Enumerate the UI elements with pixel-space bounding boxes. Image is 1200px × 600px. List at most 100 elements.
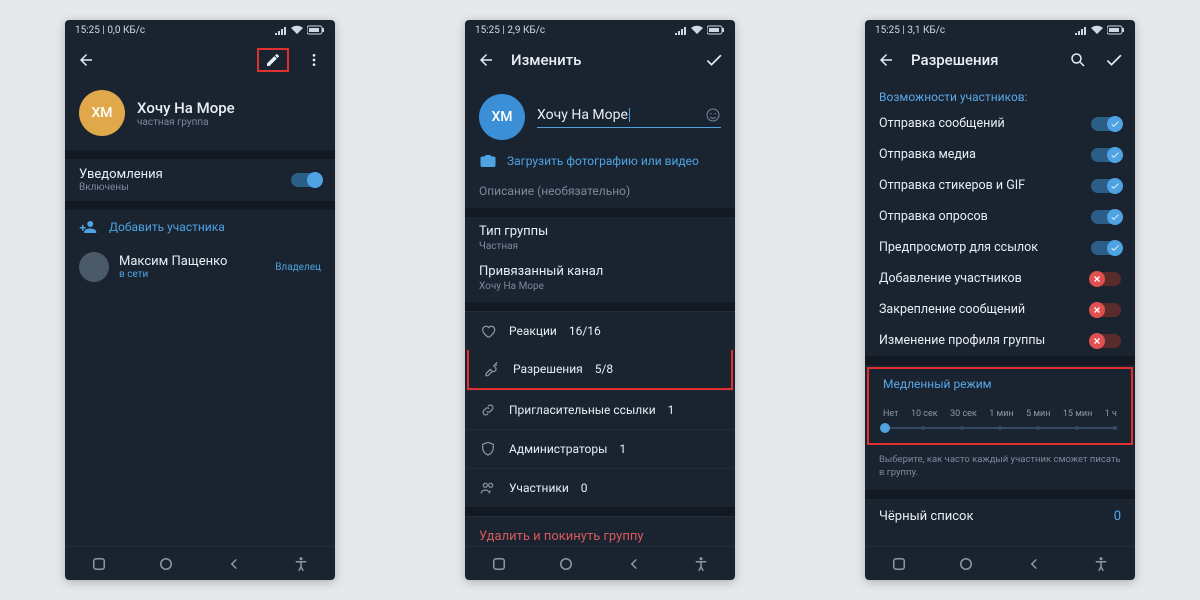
wifi-icon bbox=[291, 25, 303, 35]
invite-links-value: 1 bbox=[668, 403, 675, 417]
check-icon bbox=[704, 50, 724, 70]
permissions-row[interactable]: Разрешения 5/8 bbox=[467, 350, 733, 390]
key-icon bbox=[484, 361, 500, 377]
linked-channel-label: Привязанный канал bbox=[479, 264, 721, 279]
permission-row[interactable]: Отправка опросов bbox=[865, 201, 1135, 232]
wifi-icon bbox=[1091, 25, 1103, 35]
permission-label: Добавление участников bbox=[879, 271, 1081, 286]
confirm-button[interactable] bbox=[703, 49, 725, 71]
permission-label: Отправка стикеров и GIF bbox=[879, 178, 1081, 193]
invite-links-row[interactable]: Пригласительные ссылки 1 bbox=[465, 390, 735, 429]
signal-icon bbox=[275, 25, 287, 35]
permission-row[interactable]: Добавление участников bbox=[865, 263, 1135, 294]
back-button[interactable] bbox=[875, 49, 897, 71]
group-name-input[interactable]: Хочу На Море bbox=[537, 107, 721, 128]
permissions-value: 5/8 bbox=[595, 362, 613, 376]
member-name: Максим Пащенко bbox=[119, 254, 265, 269]
nav-home-icon[interactable] bbox=[957, 555, 975, 573]
permission-toggle[interactable] bbox=[1091, 303, 1121, 317]
permission-row[interactable]: Отправка стикеров и GIF bbox=[865, 170, 1135, 201]
nav-recent-icon[interactable] bbox=[890, 555, 908, 573]
nav-home-icon[interactable] bbox=[557, 555, 575, 573]
back-button[interactable] bbox=[475, 49, 497, 71]
slider-handle[interactable] bbox=[880, 423, 890, 433]
group-name: Хочу На Море bbox=[137, 99, 235, 117]
nav-recent-icon[interactable] bbox=[490, 555, 508, 573]
edit-button[interactable] bbox=[257, 48, 289, 72]
more-vert-icon bbox=[306, 52, 322, 68]
description-input[interactable]: Описание (необязательно) bbox=[465, 180, 735, 208]
permission-toggle[interactable] bbox=[1091, 210, 1121, 224]
group-type-row[interactable]: Тип группы Частная bbox=[465, 217, 735, 254]
notifications-toggle[interactable] bbox=[291, 173, 321, 187]
android-nav-bar bbox=[465, 546, 735, 580]
status-time: 15:25 bbox=[875, 25, 900, 36]
slowmode-slider[interactable] bbox=[883, 425, 1117, 431]
nav-accessibility-icon[interactable] bbox=[692, 555, 710, 573]
notifications-row[interactable]: Уведомления Включены bbox=[65, 159, 335, 201]
permission-toggle[interactable] bbox=[1091, 117, 1121, 131]
more-button[interactable] bbox=[303, 49, 325, 71]
wifi-icon bbox=[691, 25, 703, 35]
status-bar: 15:25 | 2,9 КБ/с bbox=[465, 20, 735, 40]
status-net: 0,0 КБ/с bbox=[107, 25, 145, 36]
search-button[interactable] bbox=[1067, 49, 1089, 71]
group-type-value: Частная bbox=[479, 241, 721, 252]
nav-back-icon[interactable] bbox=[1025, 555, 1043, 573]
slowmode-step-labels: Нет10 сек30 сек1 мин5 мин15 мин1 ч bbox=[883, 409, 1117, 419]
nav-recent-icon[interactable] bbox=[90, 555, 108, 573]
battery-icon bbox=[1107, 25, 1125, 35]
signal-icon bbox=[1075, 25, 1087, 35]
admins-row[interactable]: Администраторы 1 bbox=[465, 429, 735, 468]
back-button[interactable] bbox=[75, 49, 97, 71]
permission-row[interactable]: Изменение профиля группы bbox=[865, 325, 1135, 356]
nav-home-icon[interactable] bbox=[157, 555, 175, 573]
permission-toggle[interactable] bbox=[1091, 148, 1121, 162]
nav-back-icon[interactable] bbox=[625, 555, 643, 573]
blacklist-row[interactable]: Чёрный список 0 bbox=[865, 499, 1135, 534]
group-avatar[interactable]: ХМ bbox=[479, 94, 525, 140]
permissions-list: Отправка сообщенийОтправка медиа Отправка… bbox=[865, 108, 1135, 356]
nav-accessibility-icon[interactable] bbox=[292, 555, 310, 573]
permission-toggle[interactable] bbox=[1091, 179, 1121, 193]
search-icon bbox=[1069, 51, 1087, 69]
people-icon bbox=[480, 480, 496, 496]
linked-channel-row[interactable]: Привязанный канал Хочу На Море bbox=[465, 254, 735, 302]
slowmode-control[interactable]: Нет10 сек30 сек1 мин5 мин15 мин1 ч bbox=[869, 395, 1131, 443]
slowmode-step: 5 мин bbox=[1026, 409, 1050, 419]
permissions-label: Разрешения bbox=[513, 362, 583, 376]
status-right-icons bbox=[675, 25, 725, 35]
group-type-label: Тип группы bbox=[479, 224, 721, 239]
permission-label: Предпросмотр для ссылок bbox=[879, 240, 1081, 255]
slowmode-step: 1 мин bbox=[989, 409, 1013, 419]
member-role: Владелец bbox=[275, 262, 321, 273]
confirm-button[interactable] bbox=[1103, 49, 1125, 71]
permission-row[interactable]: Предпросмотр для ссылок bbox=[865, 232, 1135, 263]
emoji-icon[interactable] bbox=[705, 107, 721, 123]
permission-toggle[interactable] bbox=[1091, 272, 1121, 286]
permission-row[interactable]: Отправка медиа bbox=[865, 139, 1135, 170]
admins-value: 1 bbox=[619, 442, 626, 456]
permission-row[interactable]: Закрепление сообщений bbox=[865, 294, 1135, 325]
app-bar: Изменить bbox=[465, 40, 735, 80]
upload-photo-row[interactable]: Загрузить фотографию или видео bbox=[465, 148, 735, 180]
nav-back-icon[interactable] bbox=[225, 555, 243, 573]
app-bar bbox=[65, 40, 335, 80]
member-row[interactable]: Максим Пащенко в сети Владелец bbox=[65, 244, 335, 290]
permission-toggle[interactable] bbox=[1091, 334, 1121, 348]
blacklist-count: 0 bbox=[1114, 509, 1121, 524]
delete-group-button[interactable]: Удалить и покинуть группу bbox=[465, 516, 735, 546]
add-member-row[interactable]: Добавить участника bbox=[65, 210, 335, 244]
members-row[interactable]: Участники 0 bbox=[465, 468, 735, 507]
reactions-row[interactable]: Реакции 16/16 bbox=[465, 311, 735, 350]
admins-label: Администраторы bbox=[509, 442, 607, 456]
shield-icon bbox=[480, 441, 496, 457]
notifications-status: Включены bbox=[79, 182, 279, 193]
edit-name-row: ХМ Хочу На Море bbox=[465, 80, 735, 148]
app-bar: Разрешения bbox=[865, 40, 1135, 80]
screen-group-profile: 15:25 | 0,0 КБ/с ХМ Хочу На Море частная… bbox=[65, 20, 335, 580]
nav-accessibility-icon[interactable] bbox=[1092, 555, 1110, 573]
permission-toggle[interactable] bbox=[1091, 241, 1121, 255]
permission-row[interactable]: Отправка сообщений bbox=[865, 108, 1135, 139]
group-avatar[interactable]: ХМ bbox=[79, 90, 125, 136]
